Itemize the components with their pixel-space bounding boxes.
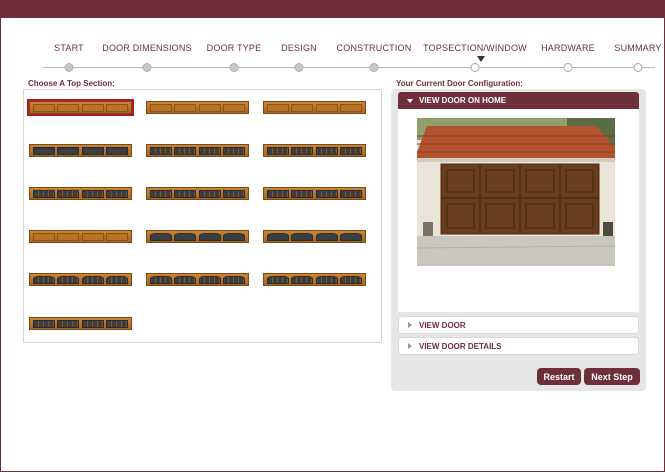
step-dot-door-type[interactable] bbox=[229, 63, 239, 72]
step-door-dimensions[interactable]: DOOR DIMENSIONS bbox=[102, 43, 192, 53]
next-step-button[interactable]: Next Step bbox=[584, 368, 640, 385]
top-section-option-window-4[interactable] bbox=[29, 187, 132, 200]
caret-down-icon bbox=[407, 98, 413, 103]
view-door-details-row[interactable]: VIEW DOOR DETAILS bbox=[398, 337, 639, 355]
top-section-option-arch-2[interactable] bbox=[263, 230, 366, 243]
step-construction[interactable]: CONSTRUCTION bbox=[337, 43, 412, 53]
view-door-on-home-header[interactable]: VIEW DOOR ON HOME bbox=[398, 92, 639, 109]
current-step-indicator-icon bbox=[477, 56, 485, 62]
top-section-option-plain-3[interactable] bbox=[263, 101, 366, 114]
top-section-option-window-6[interactable] bbox=[263, 187, 366, 200]
house-garage-illustration bbox=[417, 118, 615, 266]
step-topsection-window[interactable]: TOPSECTION/WINDOW bbox=[423, 43, 527, 53]
door-on-home-photo bbox=[417, 118, 615, 266]
step-dot-summary[interactable] bbox=[633, 63, 643, 72]
restart-button[interactable]: Restart bbox=[537, 368, 581, 385]
caret-right-icon bbox=[408, 343, 412, 349]
top-section-option-plain-arch[interactable] bbox=[29, 230, 132, 243]
top-section-panel bbox=[23, 89, 382, 343]
top-banner bbox=[0, 0, 665, 18]
top-section-heading: Choose A Top Section: bbox=[28, 79, 115, 88]
step-summary[interactable]: SUMMARY bbox=[614, 43, 661, 53]
top-section-option-arch-1[interactable] bbox=[146, 230, 249, 243]
step-start[interactable]: START bbox=[54, 43, 84, 53]
top-section-option-plain-1[interactable] bbox=[27, 99, 134, 116]
view-door-details-label: VIEW DOOR DETAILS bbox=[419, 341, 502, 351]
step-dot-door-dimensions[interactable] bbox=[142, 63, 152, 72]
progress-steps: START DOOR DIMENSIONS DOOR TYPE DESIGN C… bbox=[0, 40, 665, 80]
step-door-type[interactable]: DOOR TYPE bbox=[207, 43, 262, 53]
top-section-option-arch-grid-4[interactable] bbox=[29, 317, 132, 330]
caret-right-icon bbox=[408, 322, 412, 328]
step-dot-construction[interactable] bbox=[369, 63, 379, 72]
step-dot-hardware[interactable] bbox=[563, 63, 573, 72]
step-dot-topsection-window[interactable] bbox=[470, 63, 480, 72]
top-section-option-arch-grid-3[interactable] bbox=[263, 273, 366, 286]
top-section-option-window-5[interactable] bbox=[146, 187, 249, 200]
step-hardware[interactable]: HARDWARE bbox=[541, 43, 595, 53]
configuration-heading: Your Current Door Configuration: bbox=[396, 79, 523, 88]
step-dot-design[interactable] bbox=[294, 63, 304, 72]
step-dot-start[interactable] bbox=[64, 63, 74, 72]
view-door-row[interactable]: VIEW DOOR bbox=[398, 316, 639, 334]
view-door-label: VIEW DOOR bbox=[419, 320, 466, 330]
view-door-on-home-label: VIEW DOOR ON HOME bbox=[419, 96, 507, 105]
step-design[interactable]: DESIGN bbox=[281, 43, 317, 53]
top-section-option-window-2[interactable] bbox=[146, 144, 249, 157]
top-section-option-plain-2[interactable] bbox=[146, 101, 249, 114]
top-section-option-arch-grid-2[interactable] bbox=[146, 273, 249, 286]
top-section-option-window-1[interactable] bbox=[29, 144, 132, 157]
top-section-option-arch-grid-1[interactable] bbox=[29, 273, 132, 286]
top-section-option-window-3[interactable] bbox=[263, 144, 366, 157]
